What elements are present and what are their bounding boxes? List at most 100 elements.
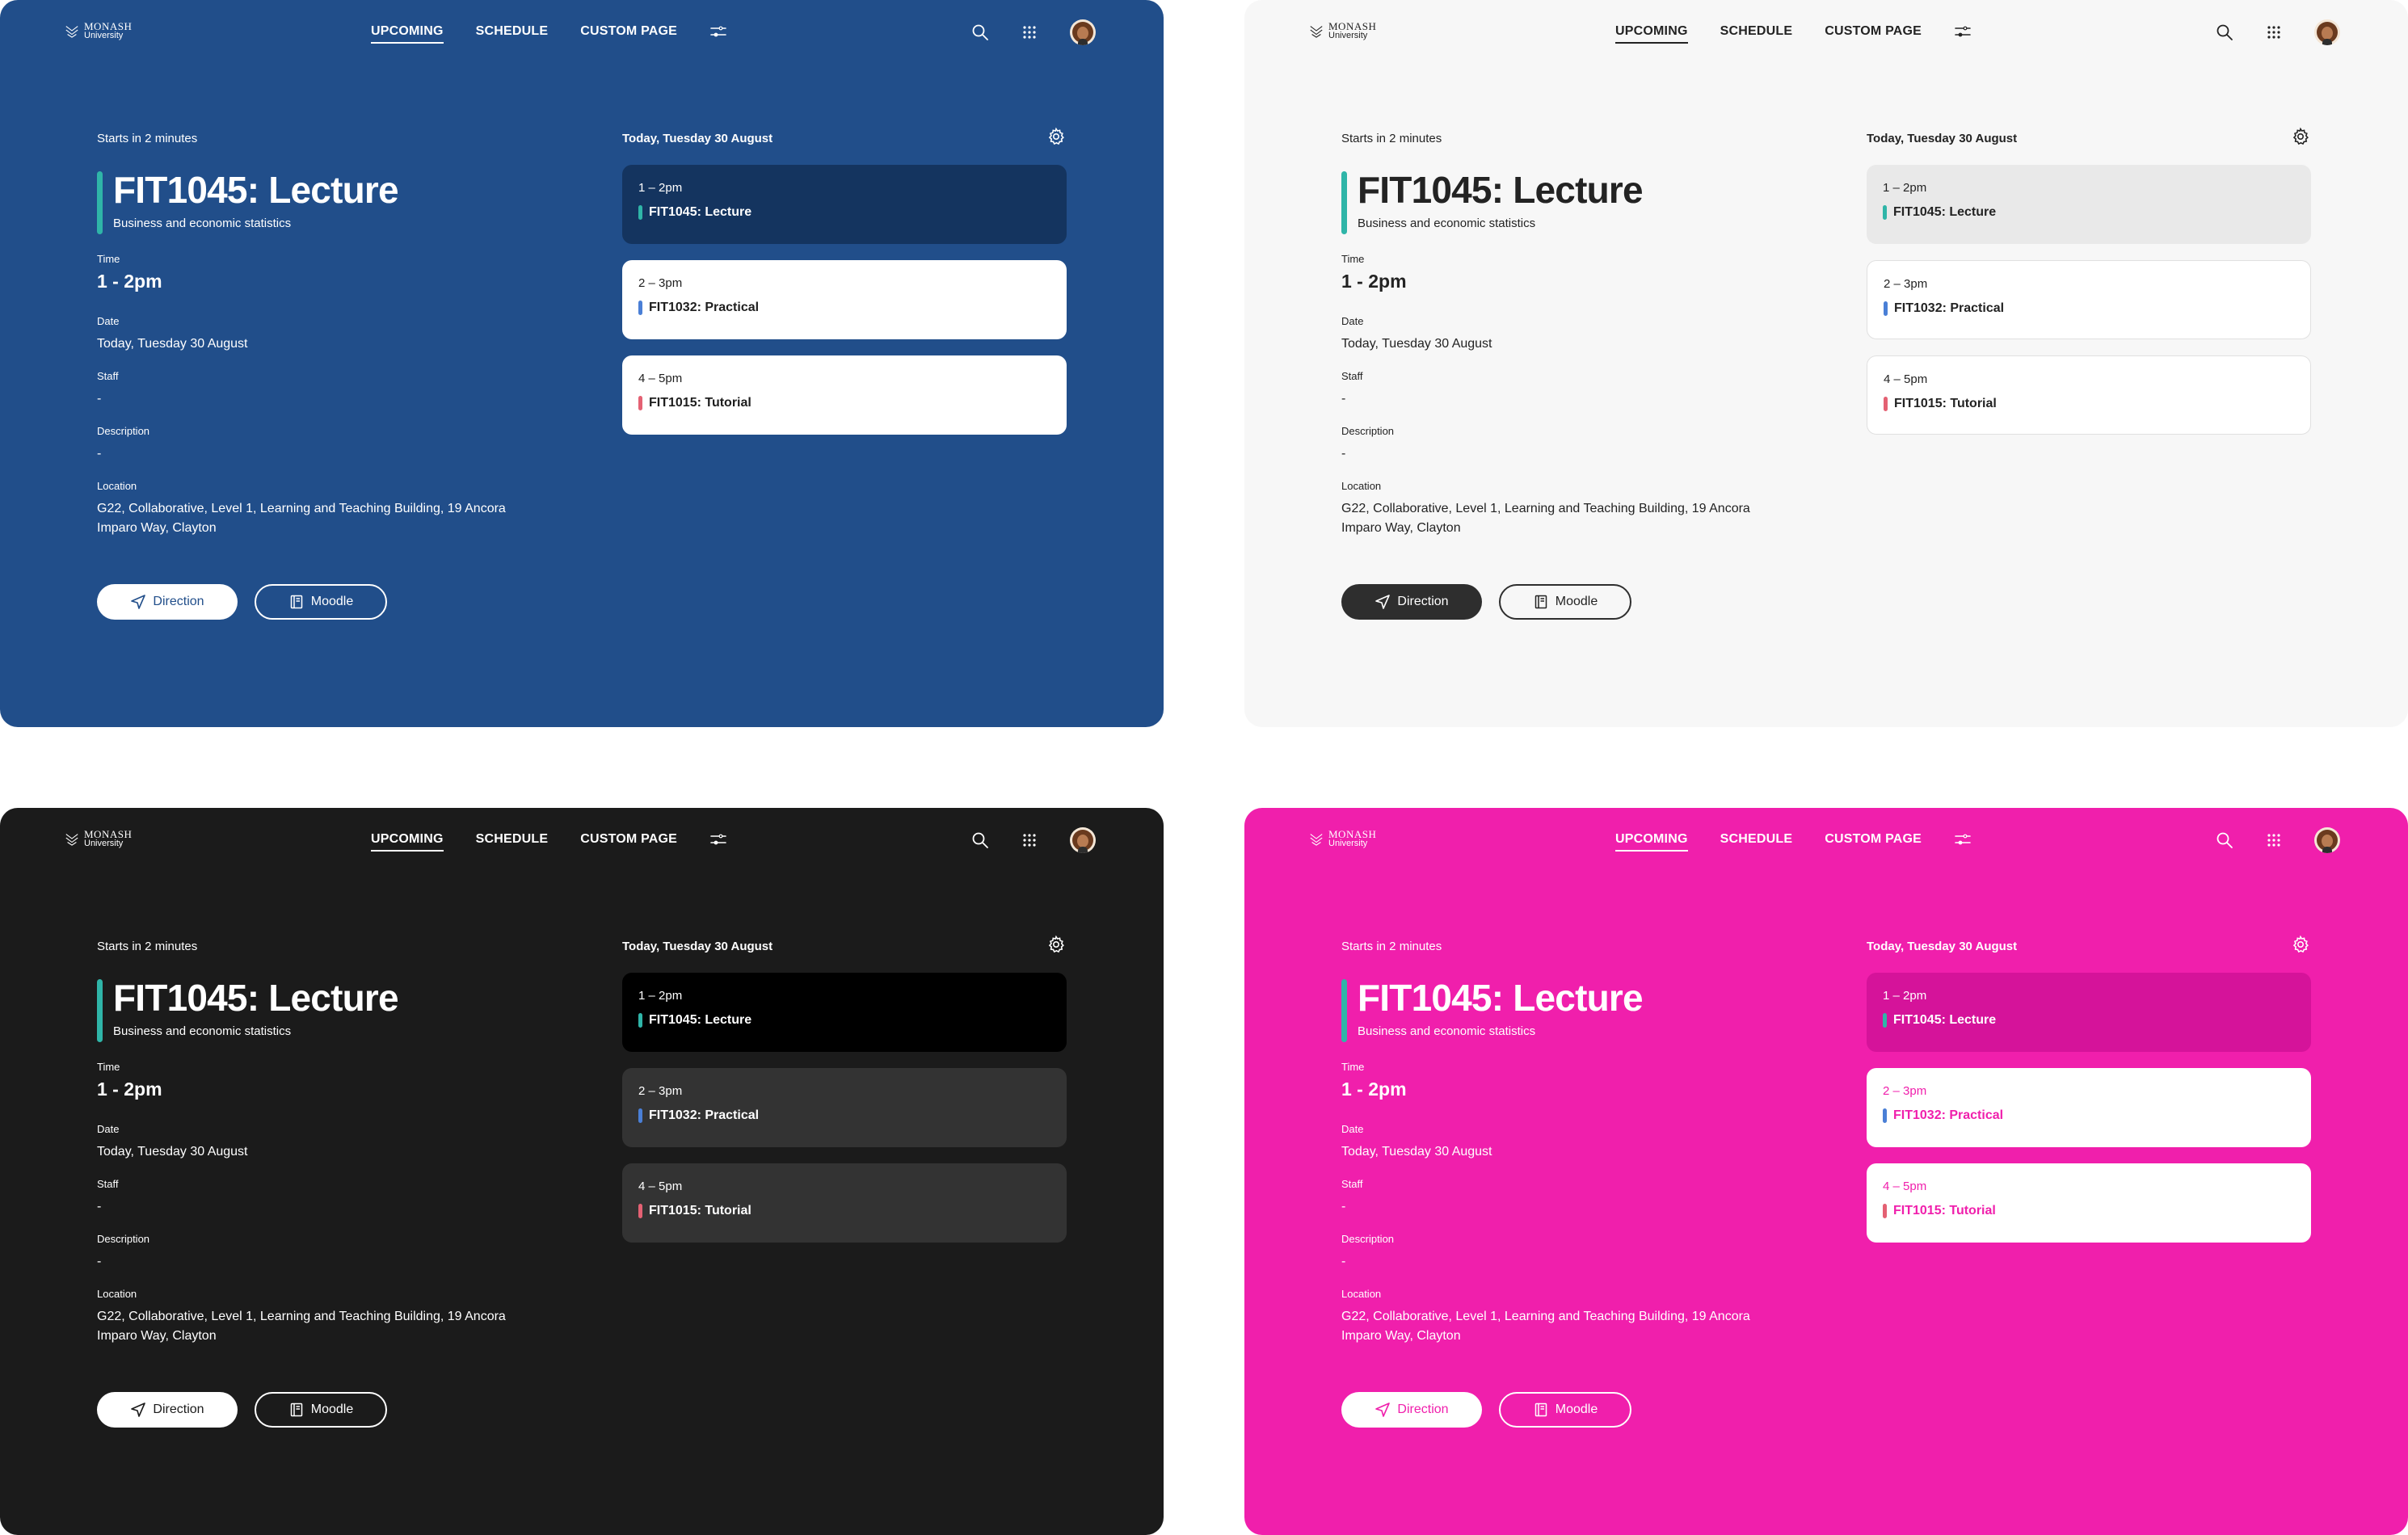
search-icon[interactable] (2216, 23, 2233, 41)
moodle-label: Moodle (1555, 595, 1598, 608)
card-name: FIT1045: Lecture (638, 205, 1050, 220)
location-field: Location G22, Collaborative, Level 1, Le… (1341, 480, 1794, 538)
event-title-block: FIT1045: Lecture Business and economic s… (97, 169, 399, 234)
logo-sub: University (84, 839, 124, 848)
monash-crest-icon (1310, 26, 1323, 38)
main-nav: UPCOMING SCHEDULE CUSTOM PAGE (1615, 24, 1972, 44)
schedule-card-practical[interactable]: 2 – 3pm FIT1032: Practical (622, 1068, 1067, 1147)
schedule-card-practical[interactable]: 2 – 3pm FIT1032: Practical (622, 260, 1067, 339)
event-title: FIT1045: Lecture (113, 977, 399, 1019)
schedule-card-tutorial[interactable]: 4 – 5pm FIT1015: Tutorial (622, 1163, 1067, 1243)
tab-upcoming[interactable]: UPCOMING (371, 24, 444, 44)
tab-upcoming[interactable]: UPCOMING (371, 832, 444, 852)
card-title: FIT1015: Tutorial (649, 396, 751, 410)
moodle-button[interactable]: Moodle (1499, 584, 1631, 620)
apps-grid-icon[interactable] (2265, 831, 2283, 849)
schedule-day-heading: Today, Tuesday 30 August (1867, 940, 2018, 953)
apps-grid-icon[interactable] (1021, 23, 1038, 41)
filter-icon[interactable] (709, 832, 727, 847)
schedule-card-lecture[interactable]: 1 – 2pm FIT1045: Lecture (622, 165, 1067, 244)
staff-value: - (97, 1200, 102, 1213)
search-icon[interactable] (971, 831, 989, 849)
event-title-block: FIT1045: Lecture Business and economic s… (97, 977, 399, 1042)
location-value: G22, Collaborative, Level 1, Learning an… (97, 1310, 506, 1343)
tab-schedule[interactable]: SCHEDULE (1720, 24, 1793, 44)
schedule-card-lecture[interactable]: 1 – 2pm FIT1045: Lecture (1867, 973, 2311, 1052)
filter-icon[interactable] (709, 24, 727, 39)
date-label: Date (97, 1123, 120, 1135)
card-time: 4 – 5pm (638, 1180, 683, 1193)
moodle-button[interactable]: Moodle (255, 584, 387, 620)
event-title: FIT1045: Lecture (113, 169, 399, 211)
schedule-card-practical[interactable]: 2 – 3pm FIT1032: Practical (1867, 260, 2311, 339)
direction-button[interactable]: Direction (97, 1392, 238, 1428)
direction-button[interactable]: Direction (1341, 1392, 1482, 1428)
apps-grid-icon[interactable] (1021, 831, 1038, 849)
description-field: Description - (97, 1233, 149, 1272)
description-value: - (97, 1255, 102, 1268)
monash-logo[interactable]: MONASH University (65, 829, 132, 848)
schedule-card-tutorial[interactable]: 4 – 5pm FIT1015: Tutorial (1867, 355, 2311, 435)
staff-label: Staff (97, 370, 119, 382)
tab-schedule[interactable]: SCHEDULE (1720, 832, 1793, 852)
staff-label: Staff (97, 1178, 119, 1190)
tab-schedule[interactable]: SCHEDULE (476, 832, 549, 852)
time-label: Time (1341, 1061, 1365, 1073)
filter-icon[interactable] (1954, 832, 1972, 847)
schedule-card-practical[interactable]: 2 – 3pm FIT1032: Practical (1867, 1068, 2311, 1147)
schedule-day-heading: Today, Tuesday 30 August (622, 132, 773, 145)
apps-grid-icon[interactable] (2265, 23, 2283, 41)
settings-icon[interactable] (1046, 127, 1066, 146)
theme-panel-dark: MONASH University UPCOMING SCHEDULE CUST… (0, 808, 1164, 1535)
filter-icon[interactable] (1954, 24, 1972, 39)
date-value: Today, Tuesday 30 August (1341, 337, 1492, 351)
starts-in-text: Starts in 2 minutes (97, 132, 198, 145)
user-avatar[interactable] (1070, 19, 1096, 45)
monash-crest-icon (65, 26, 78, 38)
event-color-bar (97, 979, 103, 1042)
time-label: Time (97, 1061, 120, 1073)
direction-button[interactable]: Direction (1341, 584, 1482, 620)
card-name: FIT1015: Tutorial (638, 1204, 1050, 1218)
schedule-list: 1 – 2pm FIT1045: Lecture 2 – 3pm FIT1032… (622, 973, 1067, 1259)
tab-custom-page[interactable]: CUSTOM PAGE (580, 832, 677, 852)
card-title: FIT1032: Practical (1894, 301, 2005, 315)
description-label: Description (97, 1233, 150, 1245)
location-label: Location (97, 1288, 137, 1300)
location-label: Location (1341, 480, 1382, 492)
tab-custom-page[interactable]: CUSTOM PAGE (1825, 832, 1922, 852)
direction-button[interactable]: Direction (97, 584, 238, 620)
settings-icon[interactable] (2291, 935, 2310, 954)
user-avatar[interactable] (1070, 827, 1096, 853)
moodle-button[interactable]: Moodle (255, 1392, 387, 1428)
date-label: Date (97, 315, 120, 327)
monash-logo[interactable]: MONASH University (65, 21, 132, 40)
schedule-card-tutorial[interactable]: 4 – 5pm FIT1015: Tutorial (622, 355, 1067, 435)
logo-sub: University (1328, 839, 1368, 848)
card-time: 2 – 3pm (638, 276, 683, 290)
search-icon[interactable] (2216, 831, 2233, 849)
main-nav: UPCOMING SCHEDULE CUSTOM PAGE (1615, 832, 1972, 852)
direction-label: Direction (153, 595, 204, 608)
main-nav: UPCOMING SCHEDULE CUSTOM PAGE (371, 832, 727, 852)
book-icon (290, 595, 302, 609)
moodle-button[interactable]: Moodle (1499, 1392, 1631, 1428)
settings-icon[interactable] (1046, 935, 1066, 954)
monash-logo[interactable]: MONASH University (1309, 21, 1376, 40)
location-field: Location G22, Collaborative, Level 1, Le… (97, 480, 549, 538)
tab-custom-page[interactable]: CUSTOM PAGE (1825, 24, 1922, 44)
search-icon[interactable] (971, 23, 989, 41)
tab-schedule[interactable]: SCHEDULE (476, 24, 549, 44)
tab-upcoming[interactable]: UPCOMING (1615, 24, 1688, 44)
card-time: 4 – 5pm (1884, 372, 1928, 386)
schedule-day-heading: Today, Tuesday 30 August (622, 940, 773, 953)
tab-custom-page[interactable]: CUSTOM PAGE (580, 24, 677, 44)
schedule-card-lecture[interactable]: 1 – 2pm FIT1045: Lecture (622, 973, 1067, 1052)
schedule-card-lecture[interactable]: 1 – 2pm FIT1045: Lecture (1867, 165, 2311, 244)
settings-icon[interactable] (2291, 127, 2310, 146)
monash-logo[interactable]: MONASH University (1309, 829, 1376, 848)
tab-upcoming[interactable]: UPCOMING (1615, 832, 1688, 852)
user-avatar[interactable] (2314, 19, 2340, 45)
schedule-card-tutorial[interactable]: 4 – 5pm FIT1015: Tutorial (1867, 1163, 2311, 1243)
user-avatar[interactable] (2314, 827, 2340, 853)
